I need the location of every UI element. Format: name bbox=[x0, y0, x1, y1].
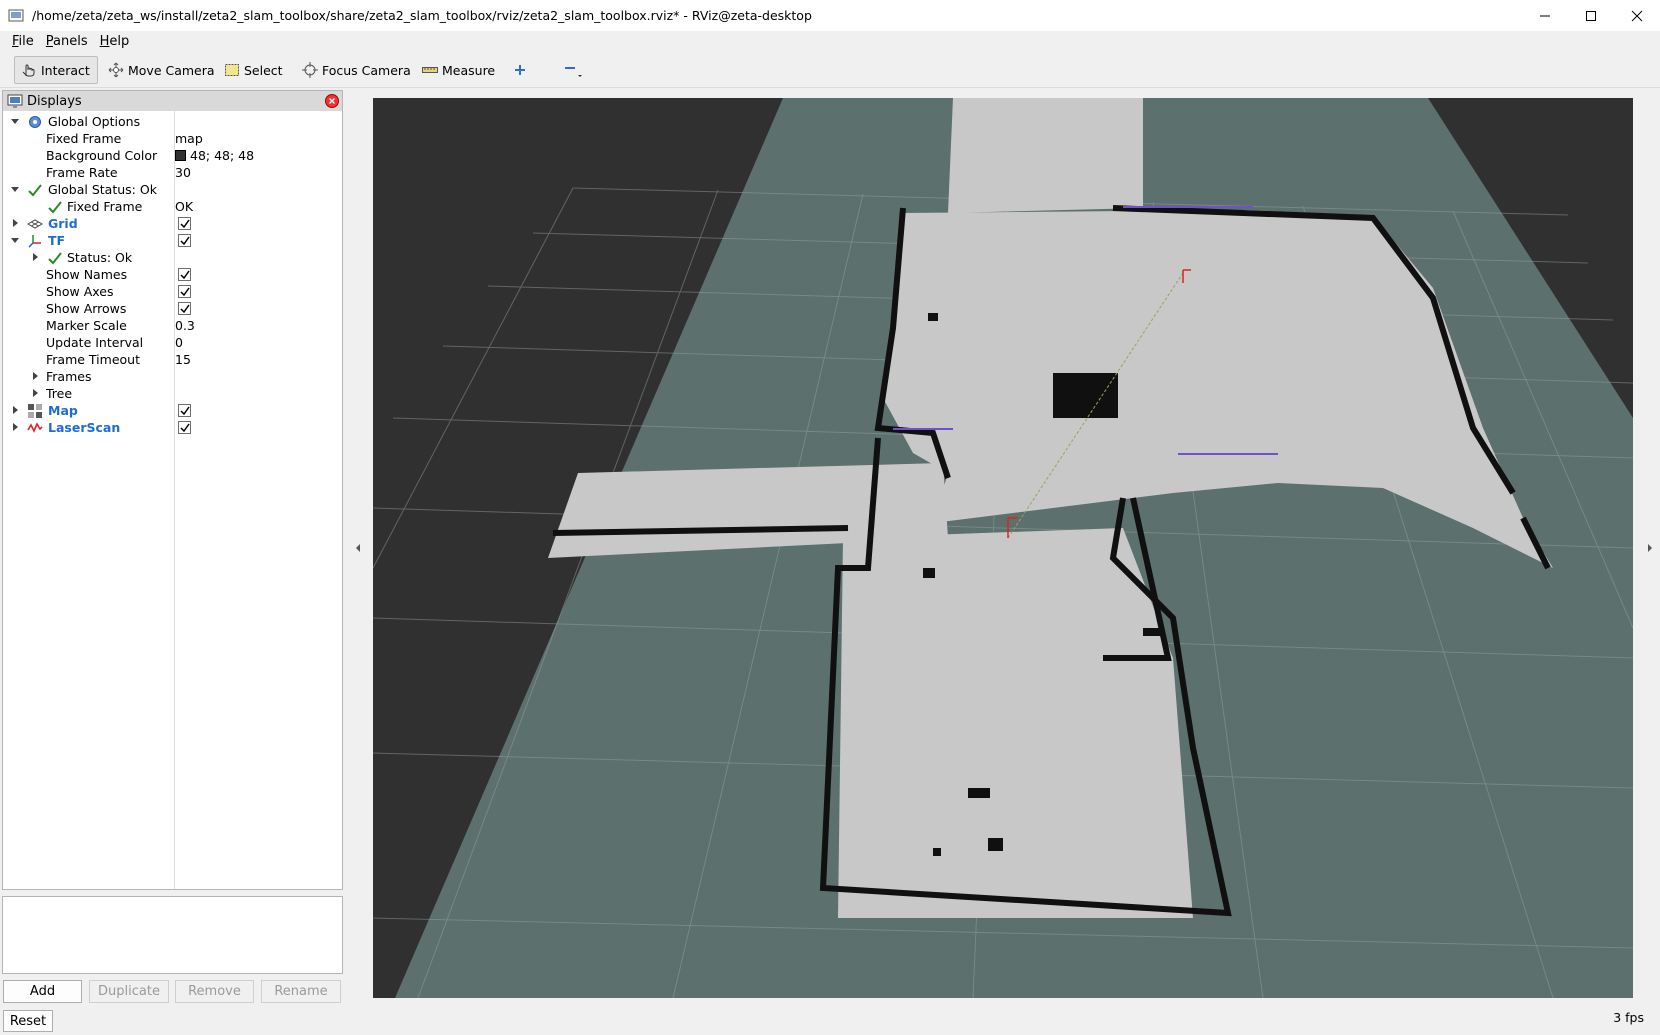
show-names-checkbox[interactable] bbox=[178, 268, 191, 281]
select-tool-button[interactable]: Select bbox=[218, 56, 289, 84]
remove-display-button[interactable]: Remove bbox=[175, 980, 254, 1003]
tree-row-show-arrows[interactable]: Show Arrows bbox=[3, 300, 342, 318]
tree-row-laserscan[interactable]: LaserScan bbox=[3, 419, 342, 437]
collapsed-arrow-icon[interactable] bbox=[10, 405, 20, 415]
tree-row-show-axes[interactable]: Show Axes bbox=[3, 283, 342, 301]
collapsed-arrow-icon[interactable] bbox=[30, 371, 40, 381]
focus-camera-tool-button[interactable]: Focus Camera bbox=[296, 56, 417, 84]
duplicate-display-button[interactable]: Duplicate bbox=[89, 980, 169, 1003]
tree-row-global-options[interactable]: Global Options bbox=[3, 113, 342, 131]
check-icon bbox=[180, 236, 190, 246]
collapsed-arrow-icon[interactable] bbox=[10, 422, 20, 432]
hand-pointer-icon bbox=[22, 64, 35, 77]
3d-render-viewport[interactable] bbox=[373, 98, 1633, 998]
check-icon bbox=[180, 219, 190, 229]
grid-icon bbox=[27, 219, 43, 229]
show-arrows-checkbox[interactable] bbox=[178, 302, 191, 315]
displays-title: Displays bbox=[27, 93, 82, 109]
close-icon bbox=[1631, 10, 1643, 21]
menu-help[interactable]: Help bbox=[94, 34, 136, 49]
maximize-button[interactable] bbox=[1568, 0, 1614, 31]
measure-tool-button[interactable]: Measure bbox=[416, 56, 501, 84]
select-box-icon bbox=[225, 64, 239, 76]
tree-row-marker-scale[interactable]: Marker Scale 0.3 bbox=[3, 317, 342, 335]
add-tool-button[interactable] bbox=[506, 56, 538, 84]
menu-panels[interactable]: Panels bbox=[40, 34, 94, 49]
collapsed-arrow-icon[interactable] bbox=[10, 218, 20, 228]
menu-bar: File Panels Help bbox=[0, 31, 1660, 51]
tree-row-tf-status[interactable]: Status: Ok bbox=[3, 249, 342, 267]
tree-row-fixed-frame[interactable]: Fixed Frame map bbox=[3, 130, 342, 148]
interact-tool-button[interactable]: Interact bbox=[14, 56, 98, 84]
close-panel-icon[interactable] bbox=[325, 94, 339, 108]
tree-row-global-status[interactable]: Global Status: Ok bbox=[3, 181, 342, 199]
expanded-arrow-icon[interactable] bbox=[10, 184, 20, 194]
rename-display-button[interactable]: Rename bbox=[261, 980, 341, 1003]
check-icon bbox=[180, 287, 190, 297]
tree-row-frame-rate[interactable]: Frame Rate 30 bbox=[3, 164, 342, 182]
tf-enabled-checkbox[interactable] bbox=[178, 234, 191, 247]
map-icon bbox=[28, 404, 42, 418]
tree-row-background-color[interactable]: Background Color 48; 48; 48 bbox=[3, 147, 342, 165]
check-icon bbox=[180, 270, 190, 280]
tree-row-map[interactable]: Map bbox=[3, 402, 342, 420]
checkmark-icon bbox=[48, 201, 62, 214]
monitor-icon bbox=[7, 94, 23, 108]
checkmark-icon bbox=[48, 252, 62, 265]
expanded-arrow-icon[interactable] bbox=[10, 116, 20, 126]
window-title: /home/zeta/zeta_ws/install/zeta2_slam_to… bbox=[32, 8, 812, 23]
grid-enabled-checkbox[interactable] bbox=[178, 217, 191, 230]
collapse-left-panel-icon[interactable] bbox=[354, 543, 362, 553]
color-swatch bbox=[175, 150, 186, 161]
collapsed-arrow-icon[interactable] bbox=[30, 252, 40, 262]
focus-camera-icon bbox=[302, 62, 318, 78]
collapse-right-panel-icon[interactable] bbox=[1646, 543, 1654, 553]
collapsed-arrow-icon[interactable] bbox=[30, 388, 40, 398]
minus-icon bbox=[565, 67, 582, 77]
rviz-app-icon bbox=[8, 9, 24, 21]
expanded-arrow-icon[interactable] bbox=[10, 235, 20, 245]
tf-axes-icon bbox=[28, 235, 41, 248]
gear-icon bbox=[29, 116, 41, 128]
fps-counter: 3 fps bbox=[1613, 1010, 1644, 1025]
menu-file[interactable]: File bbox=[6, 34, 40, 49]
tree-row-frames[interactable]: Frames bbox=[3, 368, 342, 386]
tree-row-tree[interactable]: Tree bbox=[3, 385, 342, 403]
tree-row-tf[interactable]: TF bbox=[3, 232, 342, 250]
check-icon bbox=[180, 304, 190, 314]
laserscan-icon bbox=[27, 422, 43, 433]
check-icon bbox=[180, 423, 190, 433]
toolbar: Interact Move Camera Select Focus Camera… bbox=[0, 52, 1660, 88]
reset-button[interactable]: Reset bbox=[3, 1010, 53, 1032]
property-description-box bbox=[2, 896, 343, 974]
minimize-button[interactable] bbox=[1522, 0, 1568, 31]
plus-icon bbox=[515, 65, 525, 75]
ruler-icon bbox=[422, 67, 438, 73]
tree-row-grid[interactable]: Grid bbox=[3, 215, 342, 233]
close-window-button[interactable] bbox=[1614, 0, 1660, 31]
check-icon bbox=[180, 406, 190, 416]
displays-panel: Displays Global Options Fixed Frame map … bbox=[2, 90, 343, 890]
laserscan-enabled-checkbox[interactable] bbox=[178, 421, 191, 434]
move-camera-icon bbox=[108, 62, 124, 78]
displays-panel-header: Displays bbox=[3, 91, 342, 111]
add-display-button[interactable]: Add bbox=[3, 980, 82, 1003]
remove-tool-button[interactable] bbox=[556, 56, 594, 84]
show-axes-checkbox[interactable] bbox=[178, 285, 191, 298]
tree-row-show-names[interactable]: Show Names bbox=[3, 266, 342, 284]
tree-row-status-fixed-frame[interactable]: Fixed Frame OK bbox=[3, 198, 342, 216]
tree-row-frame-timeout[interactable]: Frame Timeout 15 bbox=[3, 351, 342, 369]
title-bar: /home/zeta/zeta_ws/install/zeta2_slam_to… bbox=[0, 0, 1660, 31]
map-enabled-checkbox[interactable] bbox=[178, 404, 191, 417]
move-camera-tool-button[interactable]: Move Camera bbox=[102, 56, 221, 84]
occupancy-map-render bbox=[373, 98, 1633, 998]
minimize-icon bbox=[1540, 15, 1550, 16]
tree-row-update-interval[interactable]: Update Interval 0 bbox=[3, 334, 342, 352]
maximize-icon bbox=[1586, 10, 1596, 21]
checkmark-icon bbox=[28, 184, 42, 197]
